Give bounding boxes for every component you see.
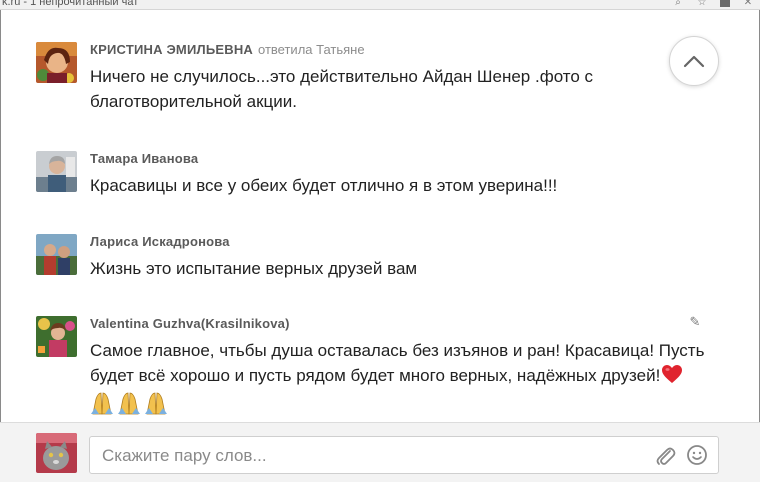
window-title: k.ru - 1 непрочитанный чат (2, 0, 139, 8)
avatar[interactable] (36, 42, 77, 83)
comment-input-placeholder: Скажите пару слов... (102, 446, 267, 465)
comment-text-block: Самое главное, чтьбы душа оставалась без… (90, 338, 730, 415)
chevron-up-icon (683, 55, 705, 68)
comment-text: Жизнь это испытание верных друзей вам (90, 259, 418, 278)
author-name[interactable]: КРИСТИНА ЭМИЛЬЕВНА (90, 42, 253, 57)
comment-item: Valentina Guzhva(Krasilnikova) ✎ Самое г… (36, 316, 726, 422)
comment-item: Лариса Искадронова Жизнь это испытание в… (36, 234, 726, 284)
emoji-row (90, 391, 730, 415)
title-bar-icons: ⌕ ☆ ✕ (672, 0, 754, 9)
pencil-icon[interactable]: ✎ (688, 316, 702, 330)
current-user-avatar[interactable] (36, 433, 77, 473)
author-line: КРИСТИНА ЭМИЛЬЕВНА ответила Татьяне (90, 42, 365, 57)
comment-text: Красавицы и все у обеих будет отлично я … (90, 176, 558, 195)
comment-composer: Скажите пару слов... (0, 422, 760, 482)
author-line: Valentina Guzhva(Krasilnikova) (90, 316, 290, 331)
avatar[interactable] (36, 316, 77, 357)
comment-item: КРИСТИНА ЭМИЛЬЕВНА ответила Татьяне Ничег… (36, 42, 726, 122)
scroll-to-top-button[interactable] (669, 36, 719, 86)
author-line: Тамара Иванова (90, 151, 198, 166)
comment-text: Самое главное, чтьбы душа оставалась без… (90, 341, 705, 385)
comment-text: Ничего не случилось...это действительно … (90, 67, 594, 111)
reply-to-label[interactable]: ответила Татьяне (258, 42, 365, 57)
smiley-icon[interactable] (686, 444, 708, 466)
folded-hands-icon (91, 392, 167, 415)
star-icon[interactable]: ☆ (696, 0, 708, 8)
avatar[interactable] (36, 151, 77, 192)
comment-input[interactable]: Скажите пару слов... (89, 436, 719, 474)
close-icon[interactable]: ✕ (742, 0, 754, 8)
red-heart-icon (661, 364, 683, 391)
comments-feed: КРИСТИНА ЭМИЛЬЕВНА ответила Татьяне Ничег… (0, 10, 760, 422)
author-name[interactable]: Лариса Искадронова (90, 234, 230, 249)
search-icon[interactable]: ⌕ (672, 0, 684, 8)
browser-title-bar: k.ru - 1 непрочитанный чат ⌕ ☆ ✕ (0, 0, 760, 10)
maximize-icon[interactable] (720, 0, 730, 7)
avatar[interactable] (36, 234, 77, 275)
author-name[interactable]: Valentina Guzhva(Krasilnikova) (90, 316, 290, 331)
paperclip-icon[interactable] (654, 445, 676, 467)
author-name[interactable]: Тамара Иванова (90, 151, 198, 166)
comment-item: Тамара Иванова Красавицы и все у обеих б… (36, 151, 726, 201)
author-line: Лариса Искадронова (90, 234, 230, 249)
